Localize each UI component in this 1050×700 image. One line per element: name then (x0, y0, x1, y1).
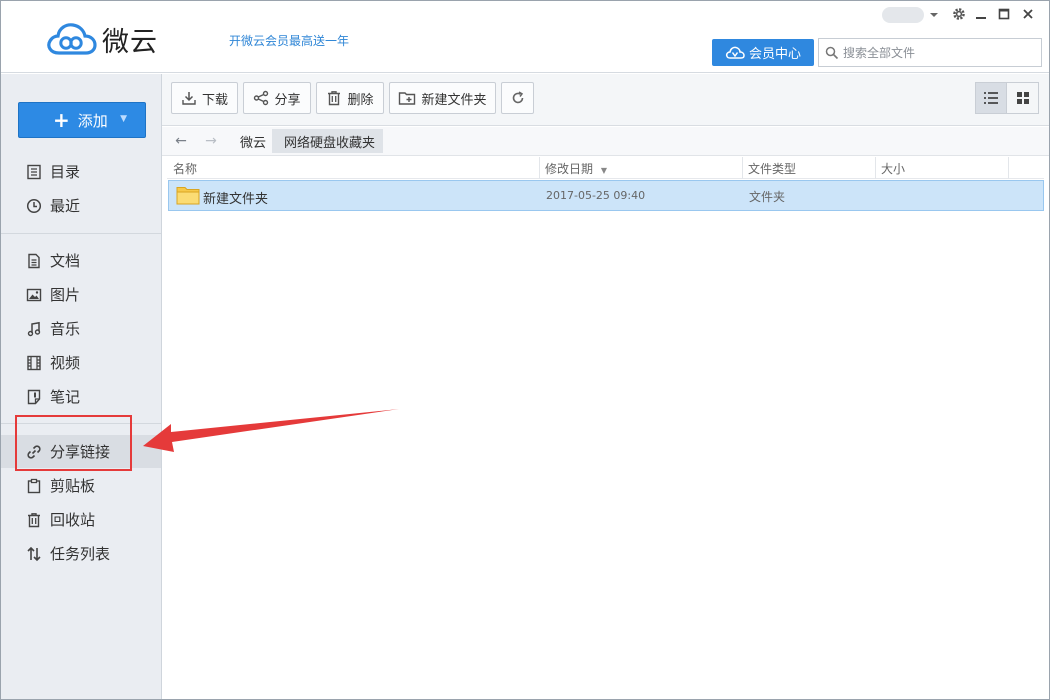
vip-center-button[interactable]: 会员中心 (712, 39, 814, 66)
breadcrumb-root[interactable]: 微云 (234, 132, 272, 151)
document-icon (25, 252, 43, 270)
forward-arrow-icon[interactable]: → (196, 133, 226, 149)
music-icon (25, 320, 43, 338)
weiyun-cloud-logo-icon (47, 23, 97, 55)
delete-button[interactable]: 删除 (316, 82, 384, 114)
sidebar-item-label: 目录 (50, 163, 81, 181)
sidebar-item-share-links[interactable]: 分享链接 (1, 435, 161, 468)
breadcrumb-current[interactable]: 网络硬盘收藏夹 (272, 129, 384, 153)
list-view-icon (984, 92, 998, 104)
sidebar-item-label: 笔记 (50, 388, 81, 406)
list-view-button[interactable] (976, 83, 1008, 113)
app-name: 微云 (102, 27, 158, 58)
share-button[interactable]: 分享 (243, 82, 311, 114)
sidebar-item-label: 文档 (50, 252, 81, 270)
file-name: 新建文件夹 (203, 192, 269, 207)
breadcrumb: ← → 微云 网络硬盘收藏夹 (162, 127, 1049, 156)
column-separator (742, 157, 743, 179)
settings-gear-icon[interactable] (951, 6, 967, 22)
vip-promo-link[interactable]: 开微云会员最高送一年 (229, 32, 349, 49)
maximize-icon[interactable] (996, 6, 1012, 22)
folder-icon (176, 187, 200, 205)
sidebar-item-videos[interactable]: 视频 (1, 346, 161, 379)
red-pointer-arrow-icon (143, 409, 399, 452)
sidebar-divider (1, 423, 161, 424)
plus-icon: + (53, 108, 70, 132)
add-button[interactable]: + 添加 ▼ (18, 102, 146, 138)
sidebar-item-notes[interactable]: 笔记 (1, 380, 161, 413)
table-row[interactable]: 新建文件夹 2017-05-25 09:40 文件夹 (168, 180, 1044, 211)
file-type: 文件夹 (749, 190, 786, 204)
sidebar-item-task-list[interactable]: 任务列表 (1, 537, 161, 570)
grid-view-icon (1016, 92, 1029, 104)
download-button[interactable]: 下载 (171, 82, 238, 114)
trash-icon (25, 511, 43, 529)
add-button-label: 添加 (77, 111, 108, 130)
sidebar-item-images[interactable]: 图片 (1, 278, 161, 311)
image-icon (25, 286, 43, 304)
sidebar-item-label: 音乐 (50, 320, 81, 338)
column-separator (1008, 157, 1009, 179)
sidebar-item-label: 回收站 (50, 511, 96, 529)
refresh-button[interactable] (501, 82, 534, 114)
trash-icon (328, 91, 341, 106)
search-input[interactable] (843, 45, 1033, 60)
close-icon[interactable] (1020, 6, 1036, 22)
new-folder-button[interactable]: 新建文件夹 (389, 82, 496, 114)
share-label: 分享 (274, 92, 301, 108)
toolbar: 下载 分享 删除 新建文件夹 (162, 74, 1049, 126)
column-separator (875, 157, 876, 179)
app-window: 微云 开微云会员最高送一年 会员中心 搜索全部文件 + 添加 ▼ 目录 最近 文… (0, 0, 1050, 700)
clock-icon (25, 197, 43, 215)
sidebar-item-label: 图片 (50, 286, 81, 304)
add-dropdown-icon: ▼ (120, 114, 127, 124)
column-header-name[interactable]: 名称 (173, 160, 197, 177)
search-icon (825, 46, 839, 59)
film-icon (25, 354, 43, 372)
account-dropdown-icon[interactable] (926, 6, 942, 22)
list-icon (25, 163, 43, 181)
sidebar-item-music[interactable]: 音乐 (1, 312, 161, 345)
user-avatar[interactable] (882, 7, 924, 23)
sidebar-item-documents[interactable]: 文档 (1, 244, 161, 277)
search-box[interactable] (818, 38, 1042, 67)
vip-cloud-icon (725, 46, 745, 59)
column-header-modified-label: 修改日期 (545, 162, 594, 176)
clipboard-icon (25, 477, 43, 495)
header: 微云 开微云会员最高送一年 会员中心 (1, 1, 1049, 73)
download-icon (182, 92, 196, 105)
refresh-icon (512, 91, 523, 104)
view-toggle (975, 82, 1039, 114)
back-arrow-icon[interactable]: ← (166, 133, 196, 149)
share-icon (254, 90, 269, 106)
transfer-icon (25, 545, 43, 563)
vip-center-label: 会员中心 (748, 47, 801, 62)
grid-view-button[interactable] (1007, 83, 1038, 113)
delete-label: 删除 (347, 92, 374, 108)
column-header-modified[interactable]: 修改日期 ▼ (545, 160, 607, 177)
sidebar: + 添加 ▼ 目录 最近 文档 图片 音乐 视频 笔记 分享链接 剪贴板 回收站… (1, 74, 162, 699)
link-icon (25, 443, 43, 461)
sidebar-item-catalog[interactable]: 目录 (1, 155, 161, 188)
file-list-header: 名称 修改日期 ▼ 文件类型 大小 (167, 157, 1044, 179)
sidebar-item-label: 剪贴板 (50, 477, 96, 495)
column-header-size[interactable]: 大小 (881, 160, 905, 177)
file-modified-date: 2017-05-25 09:40 (546, 189, 646, 202)
sort-desc-icon: ▼ (600, 166, 607, 175)
note-icon (25, 388, 43, 406)
sidebar-item-label: 分享链接 (50, 443, 111, 461)
new-folder-icon (399, 92, 416, 105)
sidebar-item-label: 任务列表 (50, 545, 111, 563)
column-separator (539, 157, 540, 179)
sidebar-item-label: 最近 (50, 197, 81, 215)
sidebar-item-recent[interactable]: 最近 (1, 189, 161, 222)
column-header-type[interactable]: 文件类型 (748, 160, 796, 177)
sidebar-divider (1, 233, 161, 234)
sidebar-item-label: 视频 (50, 354, 81, 372)
minimize-icon[interactable] (973, 6, 989, 22)
sidebar-item-clipboard[interactable]: 剪贴板 (1, 469, 161, 502)
sidebar-item-recycle-bin[interactable]: 回收站 (1, 503, 161, 536)
new-folder-label: 新建文件夹 (421, 92, 487, 108)
download-label: 下载 (201, 92, 228, 108)
